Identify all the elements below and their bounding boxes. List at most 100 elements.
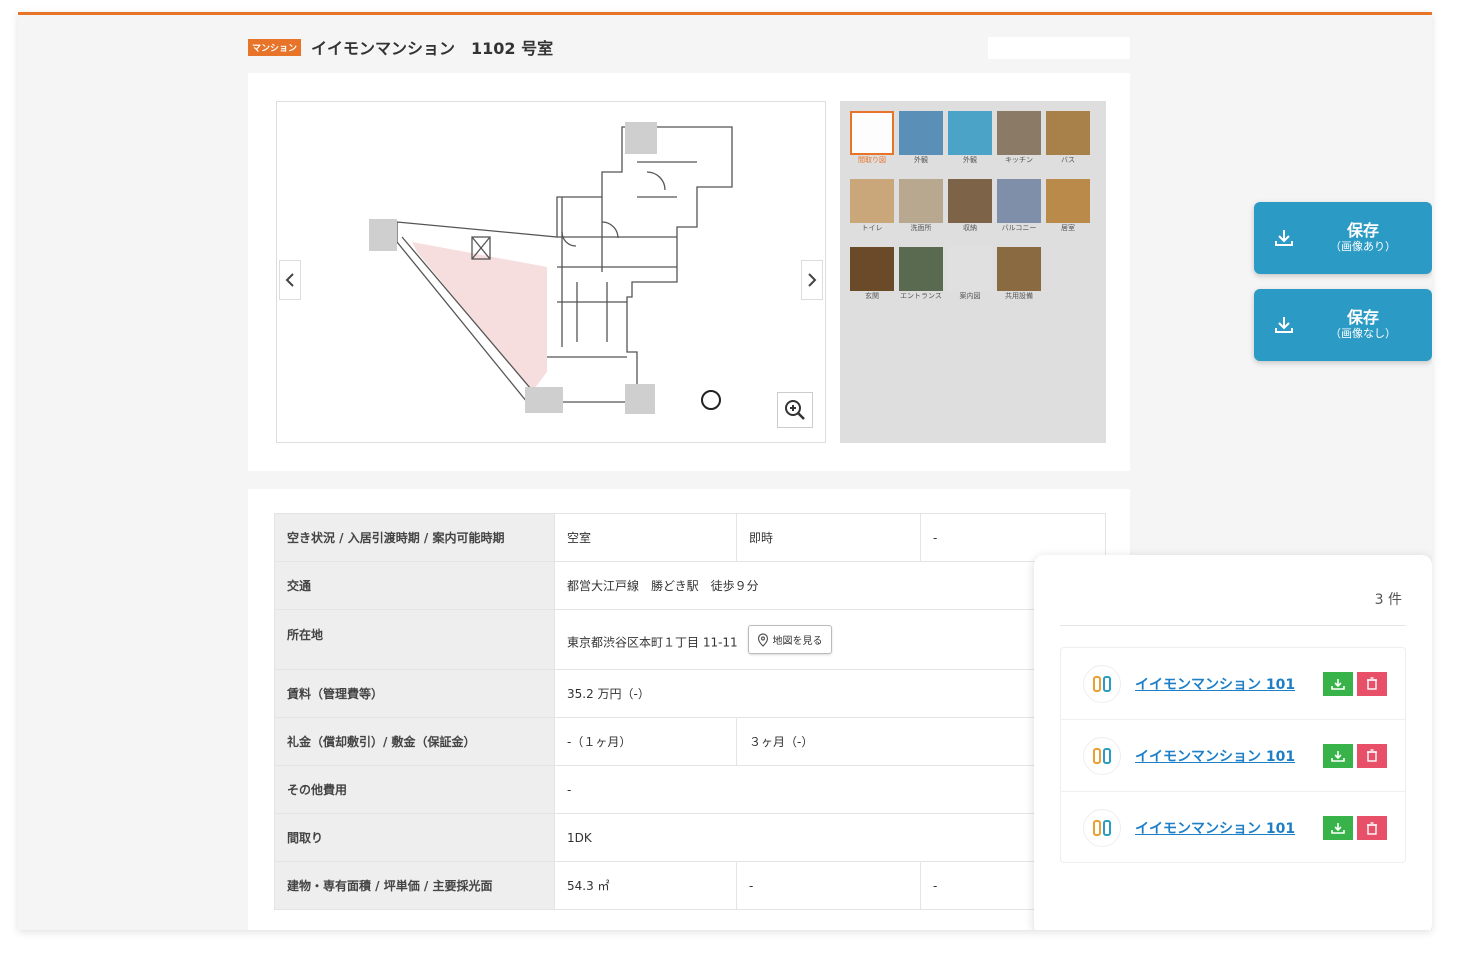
property-link[interactable]: イイモンマンション 101 xyxy=(1135,674,1323,694)
page-title: イイモンマンション 1102 号室 xyxy=(311,39,554,58)
view-map-label: 地図を見る xyxy=(772,636,823,647)
trash-icon xyxy=(1367,677,1377,690)
thumbnail-item[interactable]: 玄関 xyxy=(850,247,894,311)
property-info-table: 空き状況 / 入居引渡時期 / 案内可能時期 空室 即時 - 交通 都営大江戸線… xyxy=(274,513,1106,910)
thumbnail-image xyxy=(948,111,992,155)
thumbnail-label: キッチン xyxy=(1005,156,1033,164)
property-info-card: 空き状況 / 入居引渡時期 / 案内可能時期 空室 即時 - 交通 都営大江戸線… xyxy=(248,489,1130,930)
download-icon xyxy=(1331,678,1345,690)
thumbnail-item[interactable]: 居室 xyxy=(1046,179,1090,243)
table-cell: 1DK xyxy=(554,813,1106,862)
row-header: 建物・専有面積 / 坪単価 / 主要採光面 xyxy=(274,861,555,910)
table-cell: - xyxy=(554,765,1106,814)
row-header: 交通 xyxy=(274,561,555,610)
table-row: 所在地 東京都渋谷区本町１丁目 11-11 地図を見る xyxy=(274,609,1106,670)
download-icon xyxy=(1254,316,1314,334)
delete-button[interactable] xyxy=(1357,816,1387,840)
saved-list-panel: 3 件 イイモンマンション 101 イイモンマンション 101 イイモンマンショ… xyxy=(1034,555,1432,930)
save-without-images-button[interactable]: 保存 （画像なし） xyxy=(1254,289,1432,361)
thumbnail-image xyxy=(899,111,943,155)
property-type-badge: マンション xyxy=(248,38,302,56)
table-cell: 35.2 万円（-） xyxy=(554,669,1106,718)
property-link[interactable]: イイモンマンション 101 xyxy=(1135,746,1323,766)
zoom-button[interactable] xyxy=(777,392,813,428)
thumbnail-image xyxy=(948,179,992,223)
table-row: 賃料（管理費等） 35.2 万円（-） xyxy=(274,669,1106,718)
download-icon xyxy=(1254,229,1314,247)
trash-icon xyxy=(1367,749,1377,762)
download-button[interactable] xyxy=(1323,671,1353,696)
thumbnail-item[interactable]: 共用設備 xyxy=(997,247,1041,311)
thumbnail-item[interactable]: 収納 xyxy=(948,179,992,243)
address-text: 東京都渋谷区本町１丁目 11-11 xyxy=(567,635,738,650)
title-row: マンション イイモンマンション 1102 号室 xyxy=(248,35,553,59)
thumbnail-label: バルコニー xyxy=(1001,224,1037,232)
table-row: 空き状況 / 入居引渡時期 / 案内可能時期 空室 即時 - xyxy=(274,513,1106,562)
floor-plan-image xyxy=(369,122,733,414)
thumbnail-image xyxy=(997,247,1041,291)
row-header: 空き状況 / 入居引渡時期 / 案内可能時期 xyxy=(274,513,555,562)
list-item: イイモンマンション 101 xyxy=(1061,720,1405,792)
table-row: 交通 都営大江戸線 勝どき駅 徒歩９分 xyxy=(274,561,1106,610)
divider xyxy=(1060,625,1406,626)
thumbnail-image xyxy=(850,247,894,291)
building-logo-icon xyxy=(1083,664,1121,703)
thumbnail-item[interactable]: 外観 xyxy=(948,111,992,175)
thumbnail-image xyxy=(1046,179,1090,223)
thumbnail-label: エントランス xyxy=(900,292,942,300)
row-header: 賃料（管理費等） xyxy=(274,669,555,718)
table-row: その他費用 - xyxy=(274,765,1106,814)
save-with-images-button[interactable]: 保存 （画像あり） xyxy=(1254,202,1432,274)
thumbnail-label: 玄関 xyxy=(865,292,879,300)
table-cell: - xyxy=(736,861,921,910)
row-header: 礼金（償却敷引）/ 敷金（保証金） xyxy=(274,717,555,766)
download-button[interactable] xyxy=(1323,816,1353,840)
thumbnail-image xyxy=(948,247,992,291)
thumbnail-image xyxy=(899,179,943,223)
property-link[interactable]: イイモンマンション 101 xyxy=(1135,818,1323,838)
save-sublabel: （画像あり） xyxy=(1330,240,1396,254)
thumbnail-item[interactable]: 案内図 xyxy=(948,247,992,311)
next-image-button[interactable] xyxy=(801,260,823,300)
thumbnail-image xyxy=(997,111,1041,155)
table-row: 間取り 1DK xyxy=(274,813,1106,862)
viewer-card: 間取り図 外観 外観 キッチン バス トイレ 洗面所 収納 バルコニー 居室 玄関 エントランス 案内図… xyxy=(248,73,1130,471)
thumbnail-label: 案内図 xyxy=(959,292,981,300)
thumbnail-label: 収納 xyxy=(963,224,977,232)
thumbnail-label: 外観 xyxy=(914,156,928,164)
floor-plan-viewer[interactable] xyxy=(276,101,826,443)
thumbnail-label: 居室 xyxy=(1061,224,1075,232)
map-pin-icon xyxy=(757,632,768,647)
thumbnail-item[interactable]: トイレ xyxy=(850,179,894,243)
thumbnail-item[interactable]: 洗面所 xyxy=(899,179,943,243)
thumbnail-item[interactable]: エントランス xyxy=(899,247,943,311)
thumbnail-image xyxy=(997,179,1041,223)
thumbnail-label: 洗面所 xyxy=(910,224,932,232)
thumbnail-grid: 間取り図 外観 外観 キッチン バス トイレ 洗面所 収納 バルコニー 居室 玄関 エントランス 案内図… xyxy=(840,101,1106,443)
thumbnail-image xyxy=(850,111,894,155)
zoom-in-icon xyxy=(785,400,805,420)
thumbnail-item[interactable]: キッチン xyxy=(997,111,1041,175)
download-icon xyxy=(1331,823,1345,834)
thumbnail-item[interactable]: 外観 xyxy=(899,111,943,175)
delete-button[interactable] xyxy=(1357,743,1387,768)
thumbnail-item[interactable]: バルコニー xyxy=(997,179,1041,243)
compass-icon xyxy=(701,390,721,410)
download-button[interactable] xyxy=(1323,743,1353,768)
thumbnail-label: 共用設備 xyxy=(1005,292,1033,300)
row-header: 間取り xyxy=(274,813,555,862)
thumbnail-label: 間取り図 xyxy=(858,156,886,164)
view-map-button[interactable]: 地図を見る xyxy=(747,625,832,654)
list-item: イイモンマンション 101 xyxy=(1061,648,1405,720)
thumbnail-item[interactable]: バス xyxy=(1046,111,1090,175)
table-cell: 空室 xyxy=(554,513,737,562)
prev-image-button[interactable] xyxy=(279,260,301,300)
thumbnail-item[interactable]: 間取り図 xyxy=(850,111,894,175)
table-cell: 即時 xyxy=(736,513,921,562)
delete-button[interactable] xyxy=(1357,671,1387,696)
save-label: 保存 xyxy=(1346,221,1379,241)
title-right-blank xyxy=(988,37,1130,59)
table-cell: 54.3 ㎡ xyxy=(554,861,737,910)
chevron-right-icon xyxy=(808,273,817,287)
save-sublabel: （画像なし） xyxy=(1330,327,1396,341)
